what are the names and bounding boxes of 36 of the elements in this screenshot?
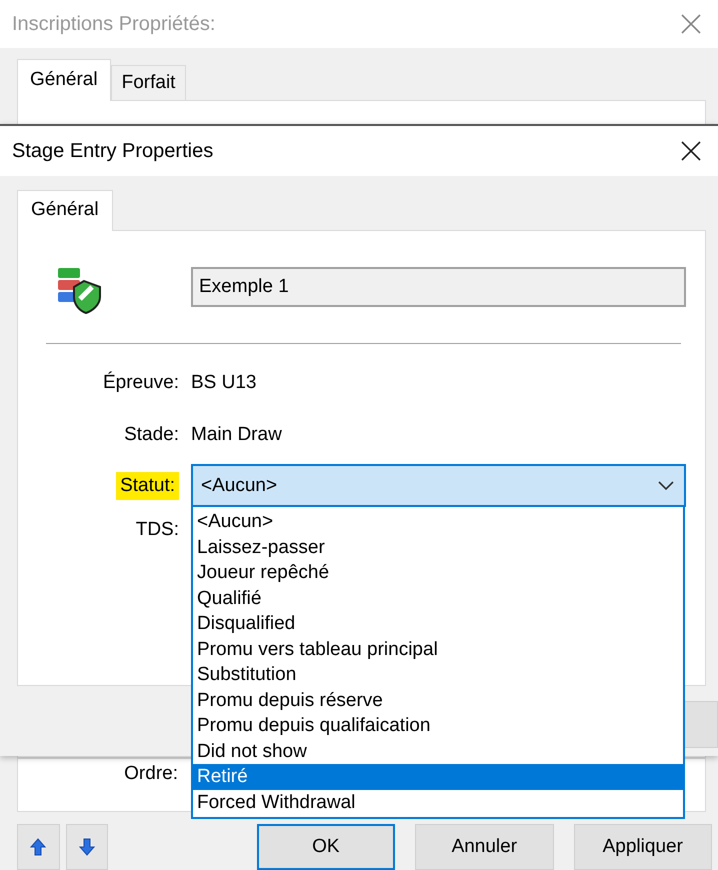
chevron-down-icon: [658, 480, 674, 490]
dialog-button[interactable]: Annuler: [415, 824, 554, 870]
dropdown-option[interactable]: Retiré: [193, 764, 683, 790]
move-up-button[interactable]: [17, 824, 60, 870]
dropdown-option[interactable]: Did not show: [193, 738, 683, 764]
name-field[interactable]: Exemple 1: [191, 267, 686, 307]
tab[interactable]: Général: [17, 190, 113, 231]
dropdown-option[interactable]: Promu depuis réserve: [193, 688, 683, 713]
stack-shield-icon: [56, 267, 104, 315]
dropdown-option[interactable]: Forced Withdrawal: [193, 790, 683, 815]
dropdown-option[interactable]: Qualifié: [193, 586, 683, 611]
field-value: BS U13: [191, 372, 258, 394]
dropdown-option[interactable]: Promu vers tableau principal: [193, 636, 683, 662]
close-icon[interactable]: [680, 140, 702, 162]
dropdown-option[interactable]: Joueur repêché: [193, 560, 683, 586]
status-dropdown[interactable]: <Aucun>: [191, 464, 686, 507]
dropdown-option[interactable]: Disqualified: [193, 611, 683, 636]
field-label: TDS:: [136, 519, 179, 541]
field-label: Épreuve:: [102, 372, 179, 394]
window-title: Inscriptions Propriétés:: [12, 12, 216, 36]
window-title: Stage Entry Properties: [12, 140, 214, 162]
dropdown-option[interactable]: <Aucun>: [193, 509, 683, 534]
field-label: Stade:: [124, 424, 179, 446]
arrow-down-icon: [78, 838, 95, 856]
field-value: Main Draw: [191, 424, 283, 446]
dropdown-option[interactable]: Substitution: [193, 662, 683, 688]
tab[interactable]: Forfait: [110, 65, 186, 100]
dropdown-option[interactable]: Laissez-passer: [193, 534, 683, 560]
dialog-button[interactable]: Appliquer: [574, 824, 712, 870]
field-label: Statut:: [116, 472, 179, 500]
arrow-up-icon: [30, 838, 46, 856]
move-down-button[interactable]: [66, 824, 108, 870]
field-label: Ordre:: [123, 762, 178, 785]
tab[interactable]: Général: [17, 59, 111, 101]
dropdown-option[interactable]: Promu depuis qualifaication: [193, 713, 683, 738]
dialog-button[interactable]: OK: [256, 824, 396, 870]
